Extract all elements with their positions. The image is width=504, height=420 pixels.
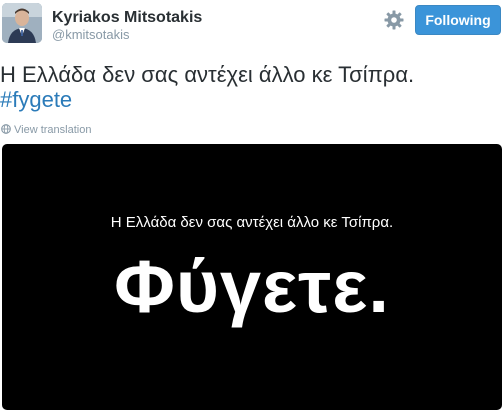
avatar-image <box>2 3 42 43</box>
hashtag-link[interactable]: #fygete <box>0 87 500 112</box>
globe-icon <box>1 124 11 134</box>
media-headline: Φύγετε. <box>114 245 390 328</box>
following-button[interactable]: Following <box>415 5 501 35</box>
user-names: Kyriakos Mitsotakis @kmitsotakis <box>52 8 202 43</box>
gear-icon[interactable] <box>383 9 405 31</box>
screen-name[interactable]: @kmitsotakis <box>52 27 202 43</box>
view-translation-link[interactable]: View translation <box>1 123 91 137</box>
tweet-header: Kyriakos Mitsotakis @kmitsotakis Followi… <box>0 0 504 50</box>
avatar[interactable] <box>2 3 42 43</box>
tweet-card: Kyriakos Mitsotakis @kmitsotakis Followi… <box>0 0 504 420</box>
tweet-body: Η Ελλάδα δεν σας αντέχει άλλο κε Τσίπρα. <box>0 62 415 87</box>
tweet-text: Η Ελλάδα δεν σας αντέχει άλλο κε Τσίπρα.… <box>0 62 500 112</box>
display-name[interactable]: Kyriakos Mitsotakis <box>52 8 202 27</box>
tweet-media-image[interactable]: Η Ελλάδα δεν σας αντέχει άλλο κε Τσίπρα.… <box>2 144 502 410</box>
media-caption: Η Ελλάδα δεν σας αντέχει άλλο κε Τσίπρα. <box>110 214 394 231</box>
view-translation-label: View translation <box>14 124 92 136</box>
